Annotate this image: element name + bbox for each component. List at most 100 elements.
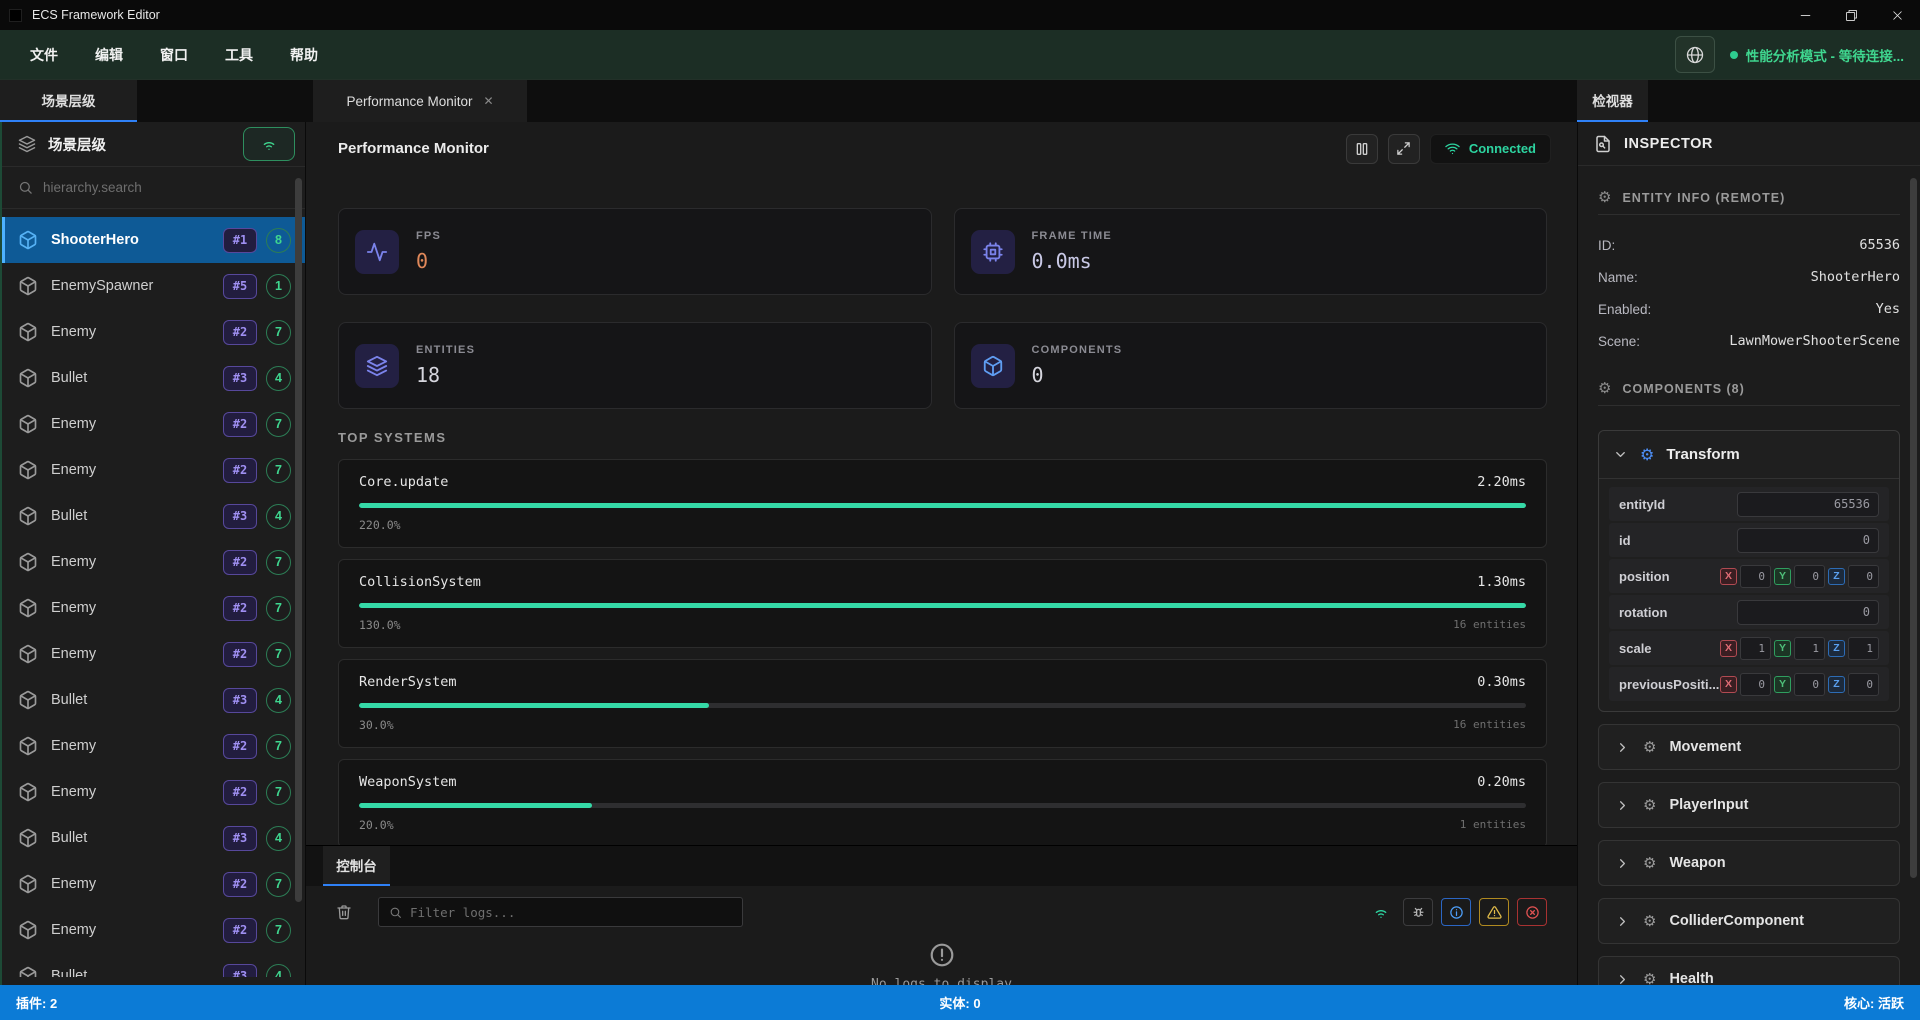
y-value-input[interactable]: 0	[1794, 673, 1825, 696]
system-time: 2.20ms	[1477, 474, 1526, 490]
component-card-collapsed[interactable]: ⚙ ColliderComponent	[1598, 898, 1900, 944]
hierarchy-list-item[interactable]: Enemy #2 7	[2, 723, 305, 769]
hierarchy-list-item[interactable]: Bullet #3 4	[2, 677, 305, 723]
inspector-scrollbar[interactable]	[1910, 178, 1917, 878]
close-tab-icon[interactable]: ✕	[484, 94, 494, 108]
component-count-badge: 7	[266, 872, 291, 897]
info-filter-button[interactable]	[1441, 898, 1471, 926]
minimize-button[interactable]	[1782, 0, 1828, 30]
x-value-input[interactable]: 0	[1740, 565, 1771, 588]
tab-inspector[interactable]: 检视器	[1577, 80, 1648, 122]
system-time: 1.30ms	[1477, 574, 1526, 590]
tab-label: 检视器	[1592, 90, 1633, 110]
profiling-status-text: 性能分析模式 - 等待连接...	[1746, 45, 1904, 65]
menu-item[interactable]: 工具	[225, 45, 253, 65]
hierarchy-list-item[interactable]: Enemy #2 7	[2, 769, 305, 815]
hierarchy-list-item[interactable]: Enemy #2 7	[2, 861, 305, 907]
menu-item[interactable]: 编辑	[95, 45, 123, 65]
axis-z-badge: Z	[1828, 640, 1845, 657]
archetype-badge: #5	[223, 274, 257, 299]
hierarchy-list-item[interactable]: Enemy #2 7	[2, 631, 305, 677]
property-row: id 0	[1609, 523, 1889, 557]
hierarchy-list-item[interactable]: Bullet #3 4	[2, 815, 305, 861]
hierarchy-list-item[interactable]: Enemy #2 7	[2, 447, 305, 493]
field-value: Yes	[1876, 301, 1900, 317]
component-card-collapsed[interactable]: ⚙ Movement	[1598, 724, 1900, 770]
system-entities: 1 entities	[1460, 818, 1526, 832]
app-icon	[9, 9, 22, 22]
field-label: Name:	[1598, 270, 1638, 285]
hierarchy-list-item[interactable]: ShooterHero #1 8	[2, 217, 305, 263]
transform-component-card: ⚙ Transform entityId 65536 id 0	[1598, 430, 1900, 712]
remote-log-icon[interactable]	[1373, 904, 1389, 920]
component-count-badge: 1	[266, 274, 291, 299]
entity-name: Bullet	[51, 968, 87, 977]
hierarchy-search-input[interactable]	[43, 180, 289, 195]
restore-button[interactable]	[1828, 0, 1874, 30]
hierarchy-scrollbar[interactable]	[295, 178, 302, 902]
x-value-input[interactable]: 0	[1740, 673, 1771, 696]
axis-x-badge: X	[1720, 676, 1737, 693]
component-count-badge: 7	[266, 412, 291, 437]
debug-filter-button[interactable]	[1403, 898, 1433, 926]
archetype-badge: #3	[223, 504, 257, 529]
clear-logs-button[interactable]	[336, 904, 352, 920]
hierarchy-list-item[interactable]: Bullet #3 4	[2, 953, 305, 977]
component-header[interactable]: ⚙ Transform	[1599, 431, 1899, 479]
error-filter-button[interactable]	[1517, 898, 1547, 926]
value-input[interactable]: 0	[1737, 600, 1879, 625]
hierarchy-list-item[interactable]: Enemy #2 7	[2, 539, 305, 585]
remote-connection-button[interactable]	[243, 127, 295, 161]
property-row: entityId 65536	[1609, 487, 1889, 521]
value-input[interactable]: 65536	[1737, 492, 1879, 517]
value-input[interactable]: 0	[1737, 528, 1879, 553]
menu-item[interactable]: 窗口	[160, 45, 188, 65]
entity-name: Enemy	[51, 738, 96, 754]
trash-icon	[336, 904, 352, 920]
component-card-collapsed[interactable]: ⚙ PlayerInput	[1598, 782, 1900, 828]
hierarchy-list-item[interactable]: Bullet #3 4	[2, 493, 305, 539]
entity-name: EnemySpawner	[51, 278, 153, 294]
archetype-badge: #2	[223, 320, 257, 345]
entity-name: ShooterHero	[51, 232, 139, 248]
component-card-collapsed[interactable]: ⚙ Health	[1598, 956, 1900, 985]
connected-button[interactable]: Connected	[1430, 134, 1551, 164]
y-value-input[interactable]: 1	[1794, 637, 1825, 660]
system-progress-fill	[359, 803, 592, 808]
expand-button[interactable]	[1388, 134, 1420, 164]
hierarchy-list-item[interactable]: Enemy #2 7	[2, 401, 305, 447]
z-value-input[interactable]: 0	[1848, 673, 1879, 696]
x-value-input[interactable]: 1	[1740, 637, 1771, 660]
log-filter-input[interactable]	[410, 905, 732, 920]
cube-icon	[18, 460, 38, 480]
component-count-badge: 4	[266, 504, 291, 529]
hierarchy-list-item[interactable]: Bullet #3 4	[2, 355, 305, 401]
language-globe-button[interactable]	[1675, 36, 1715, 73]
archetype-badge: #3	[223, 964, 257, 978]
hierarchy-list-item[interactable]: Enemy #2 7	[2, 907, 305, 953]
cube-icon	[18, 230, 38, 250]
z-value-input[interactable]: 0	[1848, 565, 1879, 588]
chevron-down-icon	[1613, 447, 1628, 462]
split-view-button[interactable]	[1346, 134, 1378, 164]
archetype-badge: #3	[223, 366, 257, 391]
tab-scene-hierarchy[interactable]: 场景层级	[0, 80, 137, 122]
component-card-collapsed[interactable]: ⚙ Weapon	[1598, 840, 1900, 886]
section-title: COMPONENTS (8)	[1622, 382, 1744, 396]
z-value-input[interactable]: 1	[1848, 637, 1879, 660]
warning-filter-button[interactable]	[1479, 898, 1509, 926]
menu-item[interactable]: 帮助	[290, 45, 318, 65]
component-name: ColliderComponent	[1669, 913, 1804, 929]
hierarchy-list-item[interactable]: EnemySpawner #5 1	[2, 263, 305, 309]
entity-name: Bullet	[51, 508, 87, 524]
tab-console[interactable]: 控制台	[323, 846, 390, 886]
y-value-input[interactable]: 0	[1794, 565, 1825, 588]
tab-performance-monitor[interactable]: Performance Monitor ✕	[313, 80, 527, 122]
hierarchy-list-item[interactable]: Enemy #2 7	[2, 309, 305, 355]
menu-item[interactable]: 文件	[30, 45, 58, 65]
close-button[interactable]	[1874, 0, 1920, 30]
component-count-badge: 4	[266, 964, 291, 978]
system-percent: 130.0%	[359, 618, 401, 632]
hierarchy-list-item[interactable]: Enemy #2 7	[2, 585, 305, 631]
performance-monitor-panel: Performance Monitor Connected	[306, 122, 1577, 985]
